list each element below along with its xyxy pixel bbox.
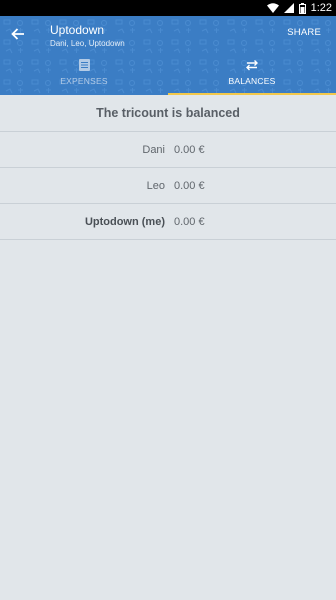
- participant-balance: 0.00 €: [174, 215, 205, 228]
- tricount-title: Uptodown: [50, 23, 105, 37]
- back-button[interactable]: [6, 22, 30, 46]
- participant-name: Uptodown (me): [84, 215, 165, 228]
- tab-bar: EXPENSES BALANCES: [0, 56, 336, 95]
- participants-subtitle: Dani, Leo, Uptodown: [50, 39, 125, 48]
- battery-icon: [298, 2, 306, 14]
- signal-icon: [283, 3, 294, 13]
- list-icon: [78, 59, 90, 71]
- balances-list: The tricount is balanced Dani 0.00 € Leo…: [0, 95, 336, 240]
- participant-balance: 0.00 €: [174, 179, 205, 192]
- tab-balances[interactable]: BALANCES: [168, 56, 336, 95]
- balance-status-banner: The tricount is balanced: [0, 95, 336, 132]
- balance-row[interactable]: Dani 0.00 €: [0, 132, 336, 168]
- tab-expenses[interactable]: EXPENSES: [0, 56, 168, 95]
- share-button[interactable]: SHARE: [287, 27, 321, 38]
- balance-row[interactable]: Uptodown (me) 0.00 €: [0, 204, 336, 240]
- status-bar: 1:22: [0, 0, 336, 16]
- participant-name: Dani: [142, 143, 165, 156]
- swap-arrows-icon: [246, 60, 258, 71]
- tab-expenses-label: EXPENSES: [60, 76, 108, 86]
- wifi-icon: [266, 3, 279, 13]
- app-header: Uptodown Dani, Leo, Uptodown SHARE EXPEN…: [0, 16, 336, 95]
- header-title-block: Uptodown Dani, Leo, Uptodown: [50, 23, 125, 49]
- participant-name: Leo: [146, 179, 165, 192]
- back-arrow-icon: [11, 28, 24, 40]
- status-time: 1:22: [310, 2, 332, 14]
- tab-balances-label: BALANCES: [228, 76, 276, 86]
- participant-balance: 0.00 €: [174, 143, 205, 156]
- balance-row[interactable]: Leo 0.00 €: [0, 168, 336, 204]
